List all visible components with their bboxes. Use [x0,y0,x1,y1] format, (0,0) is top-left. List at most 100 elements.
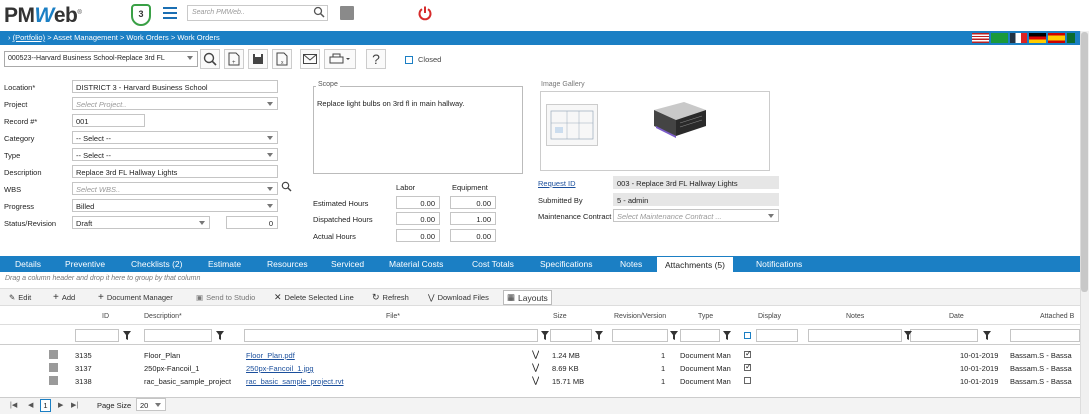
funnel-icon[interactable] [123,331,131,340]
expand-chevron-icon[interactable]: ⋁ [532,349,539,360]
email-button[interactable] [300,49,320,69]
scrollbar-thumb[interactable] [1081,32,1088,292]
column-header-attached-by[interactable]: Attached B [1040,313,1074,320]
page-size-select[interactable]: 20 [136,398,166,411]
filter-id[interactable] [75,329,119,342]
france-flag-icon[interactable] [1010,33,1027,43]
column-header-display[interactable]: Display [758,313,781,320]
expand-chevron-icon[interactable]: ⋁ [532,375,539,386]
power-icon[interactable] [417,5,433,21]
funnel-icon[interactable] [216,331,224,340]
estimated-labor-field[interactable]: 0.00 [396,196,440,209]
delete-record-button[interactable]: x [272,49,292,69]
tab-resources[interactable]: Resources [267,256,308,272]
funnel-icon[interactable] [541,331,549,340]
display-filter-checkbox[interactable] [744,332,751,339]
send-to-studio-button[interactable]: ▣ Send to Studio [196,289,255,305]
funnel-icon[interactable] [904,331,912,340]
record-selector[interactable]: 000523--Harvard Business School-Replace … [4,51,198,67]
spain-flag-icon[interactable] [1048,33,1065,43]
refresh-button[interactable]: ↻ Refresh [372,289,409,305]
wbs-search-icon[interactable] [281,181,292,192]
column-header-size[interactable]: Size [553,313,567,320]
column-header-type[interactable]: Type [698,313,713,320]
location-field[interactable]: DISTRICT 3 - Harvard Business School [72,80,278,93]
column-header-description[interactable]: Description* [144,313,182,320]
cell-file-link[interactable]: Floor_Plan.pdf [246,351,295,360]
actual-labor-field[interactable]: 0.00 [396,229,440,242]
help-button[interactable]: ? [366,49,386,69]
closed-checkbox[interactable]: Closed [405,55,441,64]
save-button[interactable] [248,49,268,69]
record-number-field[interactable]: 001 [72,114,145,127]
search-input[interactable]: Search PMWeb.. [187,5,328,21]
table-row[interactable]: 3138 rac_basic_sample_project rac_basic_… [0,375,1080,387]
download-files-button[interactable]: ⋁ Download Files [428,289,489,305]
tab-specifications[interactable]: Specifications [540,256,592,272]
brazil-flag-icon[interactable] [991,33,1008,43]
tab-material-costs[interactable]: Material Costs [389,256,443,272]
tab-preventive[interactable]: Preventive [65,256,105,272]
fancoil-thumbnail[interactable] [646,96,712,142]
saudi-flag-icon[interactable] [1067,33,1075,43]
funnel-icon[interactable] [723,331,731,340]
germany-flag-icon[interactable] [1029,33,1046,43]
prev-page-icon[interactable]: ◀ [28,401,33,409]
next-page-icon[interactable]: ▶ [58,401,63,409]
print-button[interactable] [324,49,356,69]
table-row[interactable]: 3137 250px-Fancoil_1 250px-Fancoil_1.jpg… [0,362,1080,374]
progress-select[interactable]: Billed [72,199,278,212]
media-icon[interactable] [340,6,354,20]
project-select[interactable]: Select Project.. [72,97,278,110]
type-select[interactable]: -- Select -- [72,148,278,161]
document-manager-button[interactable]: + Document Manager [98,289,173,305]
filter-file[interactable] [244,329,538,342]
funnel-icon[interactable] [670,331,678,340]
tab-serviced[interactable]: Serviced [331,256,364,272]
funnel-icon[interactable] [983,331,991,340]
filter-display-select[interactable] [756,329,798,342]
edit-button[interactable]: ✎ Edit [9,289,31,305]
notification-shield-icon[interactable]: 3 [131,4,151,26]
tab-checklists[interactable]: Checklists (2) [131,256,182,272]
column-header-id[interactable]: ID [102,313,109,320]
us-flag-icon[interactable] [972,33,989,43]
breadcrumb-portfolio-link[interactable]: (Portfolio) [13,33,46,42]
filter-revision[interactable] [612,329,668,342]
filter-description[interactable] [144,329,212,342]
filter-attached-by[interactable] [1010,329,1080,342]
menu-icon[interactable] [163,7,177,19]
filter-type[interactable] [680,329,720,342]
dispatched-labor-field[interactable]: 0.00 [396,212,440,225]
column-header-date[interactable]: Date [949,313,964,320]
display-checkbox-checked[interactable]: ✓ [744,349,752,358]
wbs-select[interactable]: Select WBS.. [72,182,278,195]
request-id-link[interactable]: Request ID [538,179,576,188]
filter-notes[interactable] [808,329,902,342]
display-checkbox-unchecked[interactable] [744,377,751,384]
pmweb-logo[interactable]: PMWeb® [4,4,82,28]
tab-details[interactable]: Details [15,256,41,272]
floor-plan-thumbnail[interactable] [546,104,598,146]
actual-equipment-field[interactable]: 0.00 [450,229,496,242]
expand-chevron-icon[interactable]: ⋁ [532,362,539,373]
tab-cost-totals[interactable]: Cost Totals [472,256,514,272]
layouts-button[interactable]: ▦ Layouts [503,290,552,305]
estimated-equipment-field[interactable]: 0.00 [450,196,496,209]
tab-notifications[interactable]: Notifications [756,256,802,272]
filter-size[interactable] [550,329,592,342]
find-button[interactable] [200,49,220,69]
add-button[interactable]: + Add [53,289,75,305]
tab-estimate[interactable]: Estimate [208,256,241,272]
column-header-notes[interactable]: Notes [846,313,864,320]
category-select[interactable]: -- Select -- [72,131,278,144]
filter-date[interactable] [910,329,978,342]
current-page-button[interactable]: 1 [40,399,51,412]
last-page-icon[interactable]: ▶| [71,401,78,409]
maintenance-contract-select[interactable]: Select Maintenance Contract ... [613,209,779,222]
revision-field[interactable]: 0 [226,216,278,229]
new-record-button[interactable]: + [224,49,244,69]
tab-notes[interactable]: Notes [620,256,642,272]
description-field[interactable]: Replace 3rd FL Hallway Lights [72,165,278,178]
display-checkbox-checked[interactable]: ✓ [744,362,752,371]
